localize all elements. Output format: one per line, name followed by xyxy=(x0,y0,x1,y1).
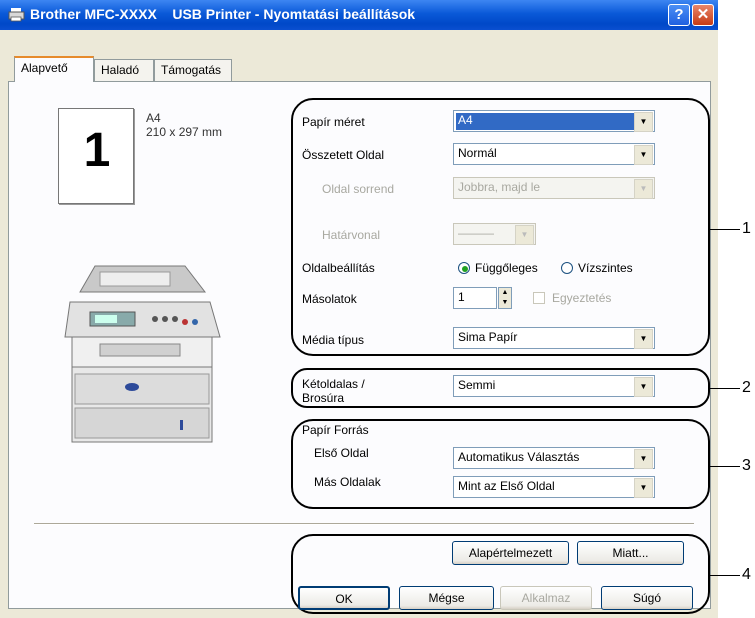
media-type-select[interactable]: Sima Papír ▼ xyxy=(453,327,655,349)
copies-spinner[interactable]: ▲ ▼ xyxy=(498,287,512,309)
page-order-select[interactable]: Jobbra, majd le ▼ xyxy=(453,177,655,199)
ok-button[interactable]: OK xyxy=(298,586,390,610)
first-page-select[interactable]: Automatikus Választás ▼ xyxy=(453,447,655,469)
printer-settings-window: Brother MFC-XXXX USB Printer - Nyomtatás… xyxy=(0,0,718,618)
paper-size-preview: A4 xyxy=(146,111,161,125)
other-pages-label: Más Oldalak xyxy=(314,475,381,489)
printer-app-icon xyxy=(8,8,25,22)
paper-size-label: Papír méret xyxy=(302,115,365,129)
paper-dimensions: 210 x 297 mm xyxy=(146,125,223,139)
separator xyxy=(34,523,694,525)
page-order-label: Oldal sorrend xyxy=(322,182,395,196)
multiple-page-label: Összetett Oldal xyxy=(302,148,385,162)
printer-image xyxy=(64,265,221,443)
paper-size-select[interactable]: A4 ▼ xyxy=(453,110,655,132)
copies-label: Másolatok xyxy=(302,292,357,306)
callout-line-4 xyxy=(710,575,740,576)
multiple-page-select[interactable]: Normál ▼ xyxy=(453,143,655,165)
collate-label: Egyeztetés xyxy=(552,291,612,305)
apply-button[interactable]: Alkalmaz xyxy=(500,586,592,610)
title-bar: Brother MFC-XXXX USB Printer - Nyomtatás… xyxy=(0,0,718,30)
first-page-label: Első Oldal xyxy=(314,446,369,460)
chevron-down-icon: ▼ xyxy=(515,225,534,245)
page-number: 1 xyxy=(83,124,111,177)
callout-line-2 xyxy=(710,388,740,389)
landscape-label: Vízszintes xyxy=(578,261,633,275)
duplex-label: Kétoldalas / xyxy=(302,377,365,391)
paper-source-title: Papír Forrás xyxy=(302,423,369,437)
media-type-label: Média típus xyxy=(302,333,365,347)
duplex-select[interactable]: Semmi ▼ xyxy=(453,375,655,397)
close-button[interactable]: ✕ xyxy=(692,4,714,26)
landscape-radio[interactable] xyxy=(561,262,573,274)
help-button[interactable]: Súgó xyxy=(601,586,693,610)
cancel-button[interactable]: Mégse xyxy=(399,586,494,610)
window-title: Brother MFC-XXXX USB Printer - Nyomtatás… xyxy=(30,6,416,22)
callout-3: 3 xyxy=(742,457,751,474)
chevron-down-icon: ▼ xyxy=(634,329,653,349)
other-pages-select[interactable]: Mint az Első Oldal ▼ xyxy=(453,476,655,498)
help-title-button[interactable]: ? xyxy=(668,4,690,26)
copies-input[interactable]: 1 xyxy=(453,287,497,309)
about-button[interactable]: Miatt... xyxy=(577,541,684,565)
border-line-select[interactable]: ——— ▼ xyxy=(453,223,536,245)
duplex-label-booklet: Brosúra xyxy=(302,391,345,405)
border-line-label: Határvonal xyxy=(322,228,381,242)
chevron-down-icon: ▼ xyxy=(634,145,653,165)
callout-line-3 xyxy=(710,466,740,467)
tab-basic[interactable]: Alapvető xyxy=(14,56,94,82)
orientation-label: Oldalbeállítás xyxy=(302,261,375,275)
chevron-down-icon: ▼ xyxy=(634,112,653,132)
callout-1: 1 xyxy=(742,220,751,237)
chevron-down-icon: ▼ xyxy=(634,179,653,199)
portrait-radio[interactable] xyxy=(458,262,470,274)
collate-checkbox[interactable] xyxy=(533,292,545,304)
chevron-down-icon: ▼ xyxy=(634,478,653,498)
tab-support[interactable]: Támogatás xyxy=(154,59,232,81)
chevron-down-icon: ▼ xyxy=(634,449,653,469)
default-button[interactable]: Alapértelmezett xyxy=(452,541,569,565)
portrait-label: Függőleges xyxy=(475,261,538,275)
callout-4: 4 xyxy=(742,566,751,583)
callout-2: 2 xyxy=(742,379,751,396)
chevron-down-icon: ▼ xyxy=(634,377,653,397)
tab-advanced[interactable]: Haladó xyxy=(94,59,154,81)
page-preview: 1 xyxy=(58,108,134,204)
callout-line-1 xyxy=(710,229,740,230)
